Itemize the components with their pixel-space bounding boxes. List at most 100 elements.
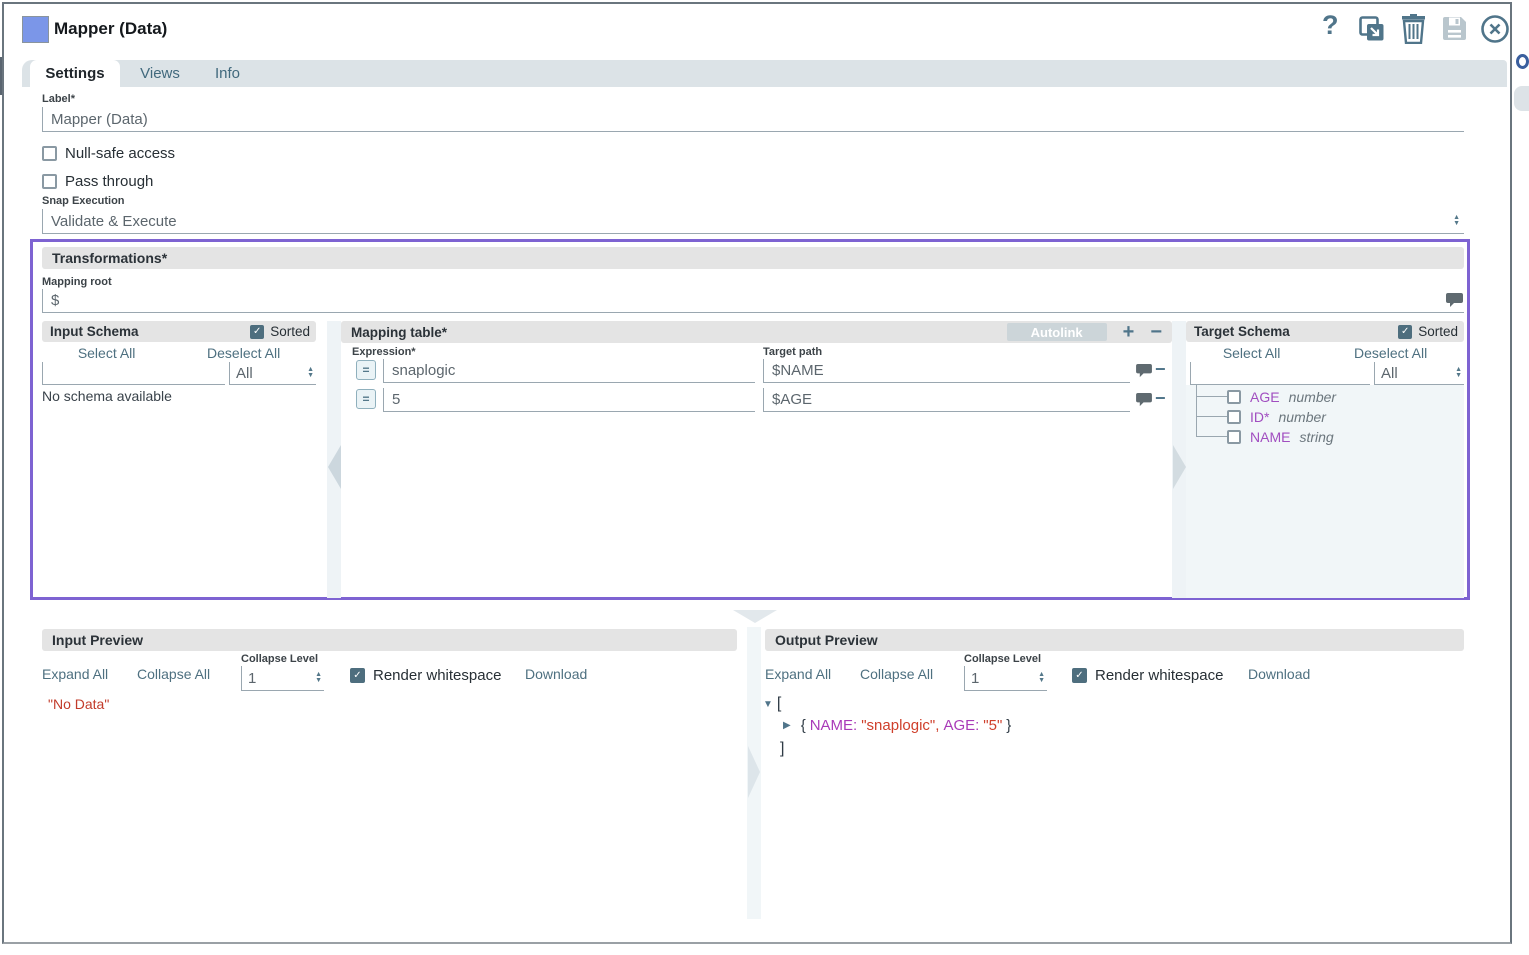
snap-execution-label: Snap Execution: [42, 195, 125, 207]
pass-through-checkbox[interactable]: [42, 174, 57, 189]
input-preview-download-link[interactable]: Download: [525, 666, 587, 682]
screen: Mapper (Data) ? Settings: [0, 0, 1529, 955]
collapse-right-icon[interactable]: [1173, 445, 1186, 489]
output-preview-collapse-level-label: Collapse Level: [964, 653, 1041, 665]
target-field-id: ID* number: [1227, 409, 1326, 425]
transformations-header: Transformations*: [42, 247, 1464, 269]
output-preview-title: Output Preview: [775, 632, 878, 648]
transformations-title: Transformations*: [52, 250, 167, 266]
input-preview-collapse-level-stepper[interactable]: 1 ▲▼: [241, 666, 324, 691]
tab-bar: Settings Views Info: [22, 60, 1507, 87]
expression-input-row1[interactable]: snaplogic: [383, 359, 755, 383]
tab-settings[interactable]: Settings: [30, 60, 120, 87]
null-safe-access-row: Null-safe access: [42, 145, 175, 162]
target-schema-select-all-link[interactable]: Select All: [1223, 345, 1281, 361]
output-preview-collapse-level-spinner-icon[interactable]: ▲▼: [1038, 672, 1045, 684]
input-schema-select-all-link[interactable]: Select All: [78, 345, 136, 361]
target-schema-title: Target Schema: [1194, 324, 1290, 339]
expression-column-header: Expression*: [352, 346, 416, 358]
input-schema-empty-text: No schema available: [42, 388, 172, 404]
tab-info[interactable]: Info: [200, 60, 255, 87]
target-schema-body: AGE number ID* number NAME string: [1186, 385, 1464, 598]
mapping-table-title: Mapping table*: [351, 325, 447, 340]
row2-comment-icon[interactable]: [1136, 393, 1152, 407]
target-schema-sorted-checkbox[interactable]: ✓: [1398, 325, 1412, 339]
input-preview-collapse-level-spinner-icon[interactable]: ▲▼: [315, 672, 322, 684]
target-field-name: NAME string: [1227, 429, 1334, 445]
pass-through-label: Pass through: [65, 173, 153, 190]
autolink-button[interactable]: Autolink: [1007, 323, 1107, 341]
target-field-id-checkbox[interactable]: [1227, 410, 1241, 424]
target-schema-filter-input[interactable]: [1190, 362, 1370, 385]
input-schema-sorted-checkbox[interactable]: ✓: [250, 325, 264, 339]
input-schema-filter-input[interactable]: [42, 362, 225, 385]
expression-toggle-row1[interactable]: =: [356, 360, 376, 380]
target-schema-type-select[interactable]: All ▲▼: [1374, 362, 1464, 385]
preview-resize-handle-icon[interactable]: [733, 610, 777, 623]
input-schema-type-select[interactable]: All ▲▼: [229, 362, 316, 385]
save-icon[interactable]: [1441, 15, 1468, 42]
help-icon[interactable]: ?: [1322, 10, 1339, 41]
label-field[interactable]: Mapper (Data): [42, 107, 1464, 132]
input-preview-render-whitespace-label: Render whitespace: [373, 667, 501, 684]
target-path-value-row1: $NAME: [772, 362, 824, 379]
mapping-root-label: Mapping root: [42, 276, 112, 288]
mapping-root-comment-icon[interactable]: [1446, 293, 1463, 308]
target-schema-deselect-all-link[interactable]: Deselect All: [1354, 345, 1427, 361]
input-schema-title: Input Schema: [50, 324, 139, 339]
tree-branch-line: [1196, 436, 1227, 437]
row1-remove-icon[interactable]: −: [1155, 359, 1166, 380]
input-preview-render-whitespace-checkbox[interactable]: ✓: [350, 668, 365, 683]
input-preview-collapse-all-link[interactable]: Collapse All: [137, 666, 210, 682]
tree-branch-line: [1196, 416, 1227, 417]
close-icon[interactable]: [1480, 14, 1510, 44]
output-preview-download-link[interactable]: Download: [1248, 666, 1310, 682]
target-schema-type-value: All: [1381, 365, 1455, 382]
dialog-title: Mapper (Data): [54, 19, 167, 39]
json-object-row: ▶ { NAME: "snaplogic", AGE: "5" }: [783, 717, 1011, 734]
expression-input-row2[interactable]: 5: [383, 388, 755, 412]
json-array-row: ▼ [: [763, 695, 781, 713]
mapping-root-field[interactable]: $: [42, 289, 1464, 313]
row1-comment-icon[interactable]: [1136, 364, 1152, 378]
add-row-icon[interactable]: +: [1123, 323, 1135, 341]
target-field-name-checkbox[interactable]: [1227, 430, 1241, 444]
input-schema-type-spinner-icon[interactable]: ▲▼: [307, 367, 314, 379]
snap-execution-spinner-icon[interactable]: ▲▼: [1453, 215, 1460, 227]
expand-object-icon[interactable]: ▶: [783, 720, 791, 731]
target-path-input-row1[interactable]: $NAME: [763, 359, 1130, 383]
target-field-age-checkbox[interactable]: [1227, 390, 1241, 404]
tab-info-label: Info: [215, 65, 240, 82]
json-array-open: [: [777, 695, 781, 713]
target-field-age: AGE number: [1227, 389, 1336, 405]
remove-rows-icon[interactable]: −: [1150, 323, 1162, 341]
collapse-left-icon[interactable]: [328, 445, 341, 489]
collapse-array-icon[interactable]: ▼: [763, 699, 773, 710]
delete-snap-icon[interactable]: [1400, 14, 1427, 44]
output-preview-render-whitespace-label: Render whitespace: [1095, 667, 1223, 684]
row2-remove-icon[interactable]: −: [1155, 388, 1166, 409]
target-field-id-type: number: [1278, 409, 1325, 425]
target-field-name-name: NAME: [1250, 429, 1290, 445]
background-window-fragment-right-icon: [1516, 54, 1529, 69]
tab-views[interactable]: Views: [120, 60, 200, 87]
export-pipeline-icon[interactable]: [1358, 15, 1386, 43]
expression-toggle-row2[interactable]: =: [356, 389, 376, 409]
output-preview-render-whitespace-row: ✓ Render whitespace: [1072, 667, 1223, 684]
target-path-value-row2: $AGE: [772, 391, 812, 408]
target-field-name-type: string: [1299, 429, 1333, 445]
input-schema-deselect-all-link[interactable]: Deselect All: [207, 345, 280, 361]
input-schema-type-value: All: [236, 365, 307, 382]
target-path-input-row2[interactable]: $AGE: [763, 388, 1130, 412]
preview-divider-chevron-icon[interactable]: [748, 746, 760, 798]
output-preview-render-whitespace-checkbox[interactable]: ✓: [1072, 668, 1087, 683]
null-safe-access-checkbox[interactable]: [42, 146, 57, 161]
target-schema-type-spinner-icon[interactable]: ▲▼: [1455, 367, 1462, 379]
input-preview-expand-all-link[interactable]: Expand All: [42, 666, 108, 682]
output-preview-collapse-all-link[interactable]: Collapse All: [860, 666, 933, 682]
output-preview-header: Output Preview: [765, 629, 1464, 651]
output-preview-expand-all-link[interactable]: Expand All: [765, 666, 831, 682]
tree-trunk-line: [1196, 385, 1197, 437]
output-preview-collapse-level-stepper[interactable]: 1 ▲▼: [964, 666, 1047, 691]
snap-execution-select[interactable]: Validate & Execute ▲▼: [42, 209, 1464, 234]
